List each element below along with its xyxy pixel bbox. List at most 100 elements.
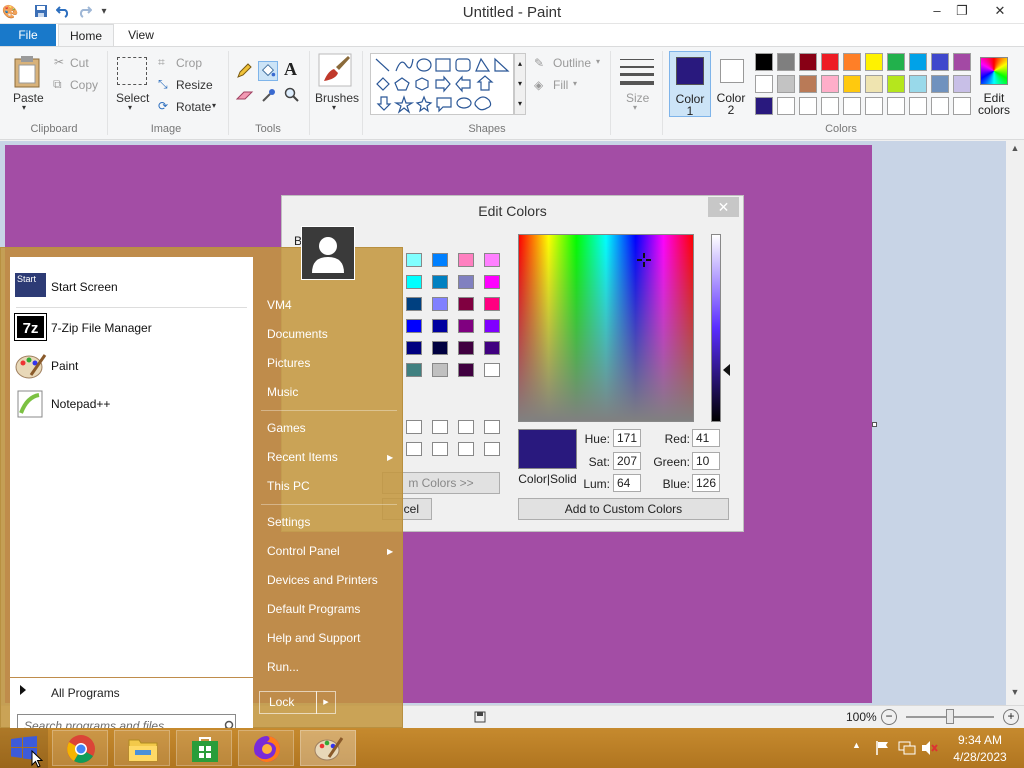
taskbar-firefox[interactable] [238, 730, 294, 766]
resize-button[interactable]: Resize [176, 78, 213, 92]
shapes-scroll[interactable]: ▴ ▾ ▾ [514, 53, 526, 115]
action-center-flag-icon[interactable] [875, 740, 891, 756]
start-link-pictures[interactable]: Pictures [267, 356, 310, 370]
start-link-settings[interactable]: Settings [267, 515, 310, 529]
brushes-label[interactable]: Brushes [315, 91, 359, 105]
crop-button[interactable]: Crop [176, 56, 202, 70]
palette-swatch[interactable] [865, 53, 883, 71]
custom-color-cell[interactable] [458, 442, 474, 456]
start-link-this-pc[interactable]: This PC [267, 479, 310, 493]
palette-swatch[interactable] [799, 75, 817, 93]
custom-color-cell[interactable] [484, 442, 500, 456]
basic-color-cell[interactable] [432, 275, 448, 289]
basic-color-cell[interactable] [458, 319, 474, 333]
basic-color-cell[interactable] [406, 275, 422, 289]
palette-swatch[interactable] [755, 75, 773, 93]
blue-input[interactable]: 126 [692, 474, 720, 492]
basic-color-cell[interactable] [484, 297, 500, 311]
palette-swatch[interactable] [777, 53, 795, 71]
start-link-user[interactable]: VM4 [267, 298, 292, 312]
color2-button[interactable]: Color 2 [714, 51, 748, 117]
basic-color-cell[interactable] [432, 297, 448, 311]
size-icon[interactable] [620, 57, 654, 85]
basic-color-cell[interactable] [432, 319, 448, 333]
taskbar-paint[interactable] [300, 730, 356, 766]
sat-input[interactable]: 207 [613, 452, 641, 470]
basic-color-cell[interactable] [458, 363, 474, 377]
size-label[interactable]: Size [626, 91, 649, 105]
palette-swatch[interactable] [865, 97, 883, 115]
zoom-out-button[interactable]: − [881, 709, 897, 725]
palette-swatch[interactable] [821, 97, 839, 115]
color1-button[interactable]: Color 1 [669, 51, 711, 118]
green-input[interactable]: 10 [692, 452, 720, 470]
basic-color-cell[interactable] [406, 319, 422, 333]
spectrum-crosshair-icon[interactable] [637, 253, 651, 267]
palette-swatch[interactable] [843, 53, 861, 71]
palette-swatch[interactable] [755, 53, 773, 71]
close-button[interactable]: ✕ [980, 0, 1020, 22]
tab-view[interactable]: View [116, 24, 166, 47]
start-link-run[interactable]: Run... [267, 660, 299, 674]
show-hidden-icons-icon[interactable]: ▲ [852, 740, 861, 750]
clock-time[interactable]: 9:34 AM [948, 733, 1012, 747]
fill-bucket-icon[interactable] [258, 61, 278, 81]
custom-color-cell[interactable] [406, 442, 422, 456]
basic-color-cell[interactable] [406, 341, 422, 355]
palette-swatch[interactable] [755, 97, 773, 115]
program-paint[interactable]: Paint [10, 348, 253, 384]
paste-icon[interactable] [12, 55, 42, 89]
custom-color-cell[interactable] [432, 420, 448, 434]
palette-swatch[interactable] [799, 53, 817, 71]
palette-swatch[interactable] [777, 75, 795, 93]
start-link-documents[interactable]: Documents [267, 327, 328, 341]
basic-color-cell[interactable] [484, 341, 500, 355]
palette-swatch[interactable] [887, 53, 905, 71]
rotate-button[interactable]: Rotate [176, 100, 211, 114]
basic-color-cell[interactable] [458, 253, 474, 267]
basic-color-cell[interactable] [484, 275, 500, 289]
palette-swatch[interactable] [843, 75, 861, 93]
luminance-slider[interactable] [711, 234, 721, 422]
palette-swatch[interactable] [887, 97, 905, 115]
basic-color-cell[interactable] [406, 363, 422, 377]
shapes-gallery[interactable] [370, 53, 514, 115]
palette-swatch[interactable] [931, 97, 949, 115]
color-picker-icon[interactable] [261, 87, 277, 103]
select-button[interactable]: Select [116, 91, 149, 105]
color-spectrum[interactable] [518, 234, 694, 422]
palette-swatch[interactable] [931, 53, 949, 71]
lock-button[interactable]: Lock [259, 691, 317, 714]
palette-swatch[interactable] [865, 75, 883, 93]
palette-swatch[interactable] [953, 53, 971, 71]
basic-color-cell[interactable] [484, 319, 500, 333]
start-link-games[interactable]: Games [267, 421, 306, 435]
canvas-resize-handle[interactable] [872, 422, 877, 427]
program-notepadpp[interactable]: Notepad++ [10, 386, 253, 422]
outline-button[interactable]: Outline [553, 56, 591, 70]
luminance-arrow-icon[interactable] [723, 364, 730, 376]
basic-color-cell[interactable] [432, 253, 448, 267]
palette-swatch[interactable] [843, 97, 861, 115]
palette-swatch[interactable] [931, 75, 949, 93]
basic-color-cell[interactable] [458, 341, 474, 355]
fill-button[interactable]: Fill [553, 78, 568, 92]
user-avatar[interactable] [301, 226, 355, 280]
vertical-scrollbar[interactable]: ▲ ▼ [1006, 141, 1024, 705]
palette-swatch[interactable] [887, 75, 905, 93]
basic-color-cell[interactable] [406, 253, 422, 267]
program-start-screen[interactable]: Start Start Screen [10, 269, 253, 305]
red-input[interactable]: 41 [692, 429, 720, 447]
taskbar-store[interactable] [176, 730, 232, 766]
zoom-slider-thumb[interactable] [946, 709, 954, 724]
network-icon[interactable] [898, 740, 916, 756]
text-tool-icon[interactable]: A [284, 59, 297, 80]
basic-color-cell[interactable] [484, 253, 500, 267]
palette-swatch[interactable] [953, 97, 971, 115]
basic-color-cell[interactable] [432, 341, 448, 355]
edit-colors-button[interactable]: Edit colors [974, 51, 1014, 117]
start-link-control-panel[interactable]: Control Panel [267, 544, 340, 558]
dialog-close-button[interactable]: ✕ [708, 197, 739, 217]
restore-button[interactable]: ❐ [947, 0, 977, 22]
palette-swatch[interactable] [821, 53, 839, 71]
